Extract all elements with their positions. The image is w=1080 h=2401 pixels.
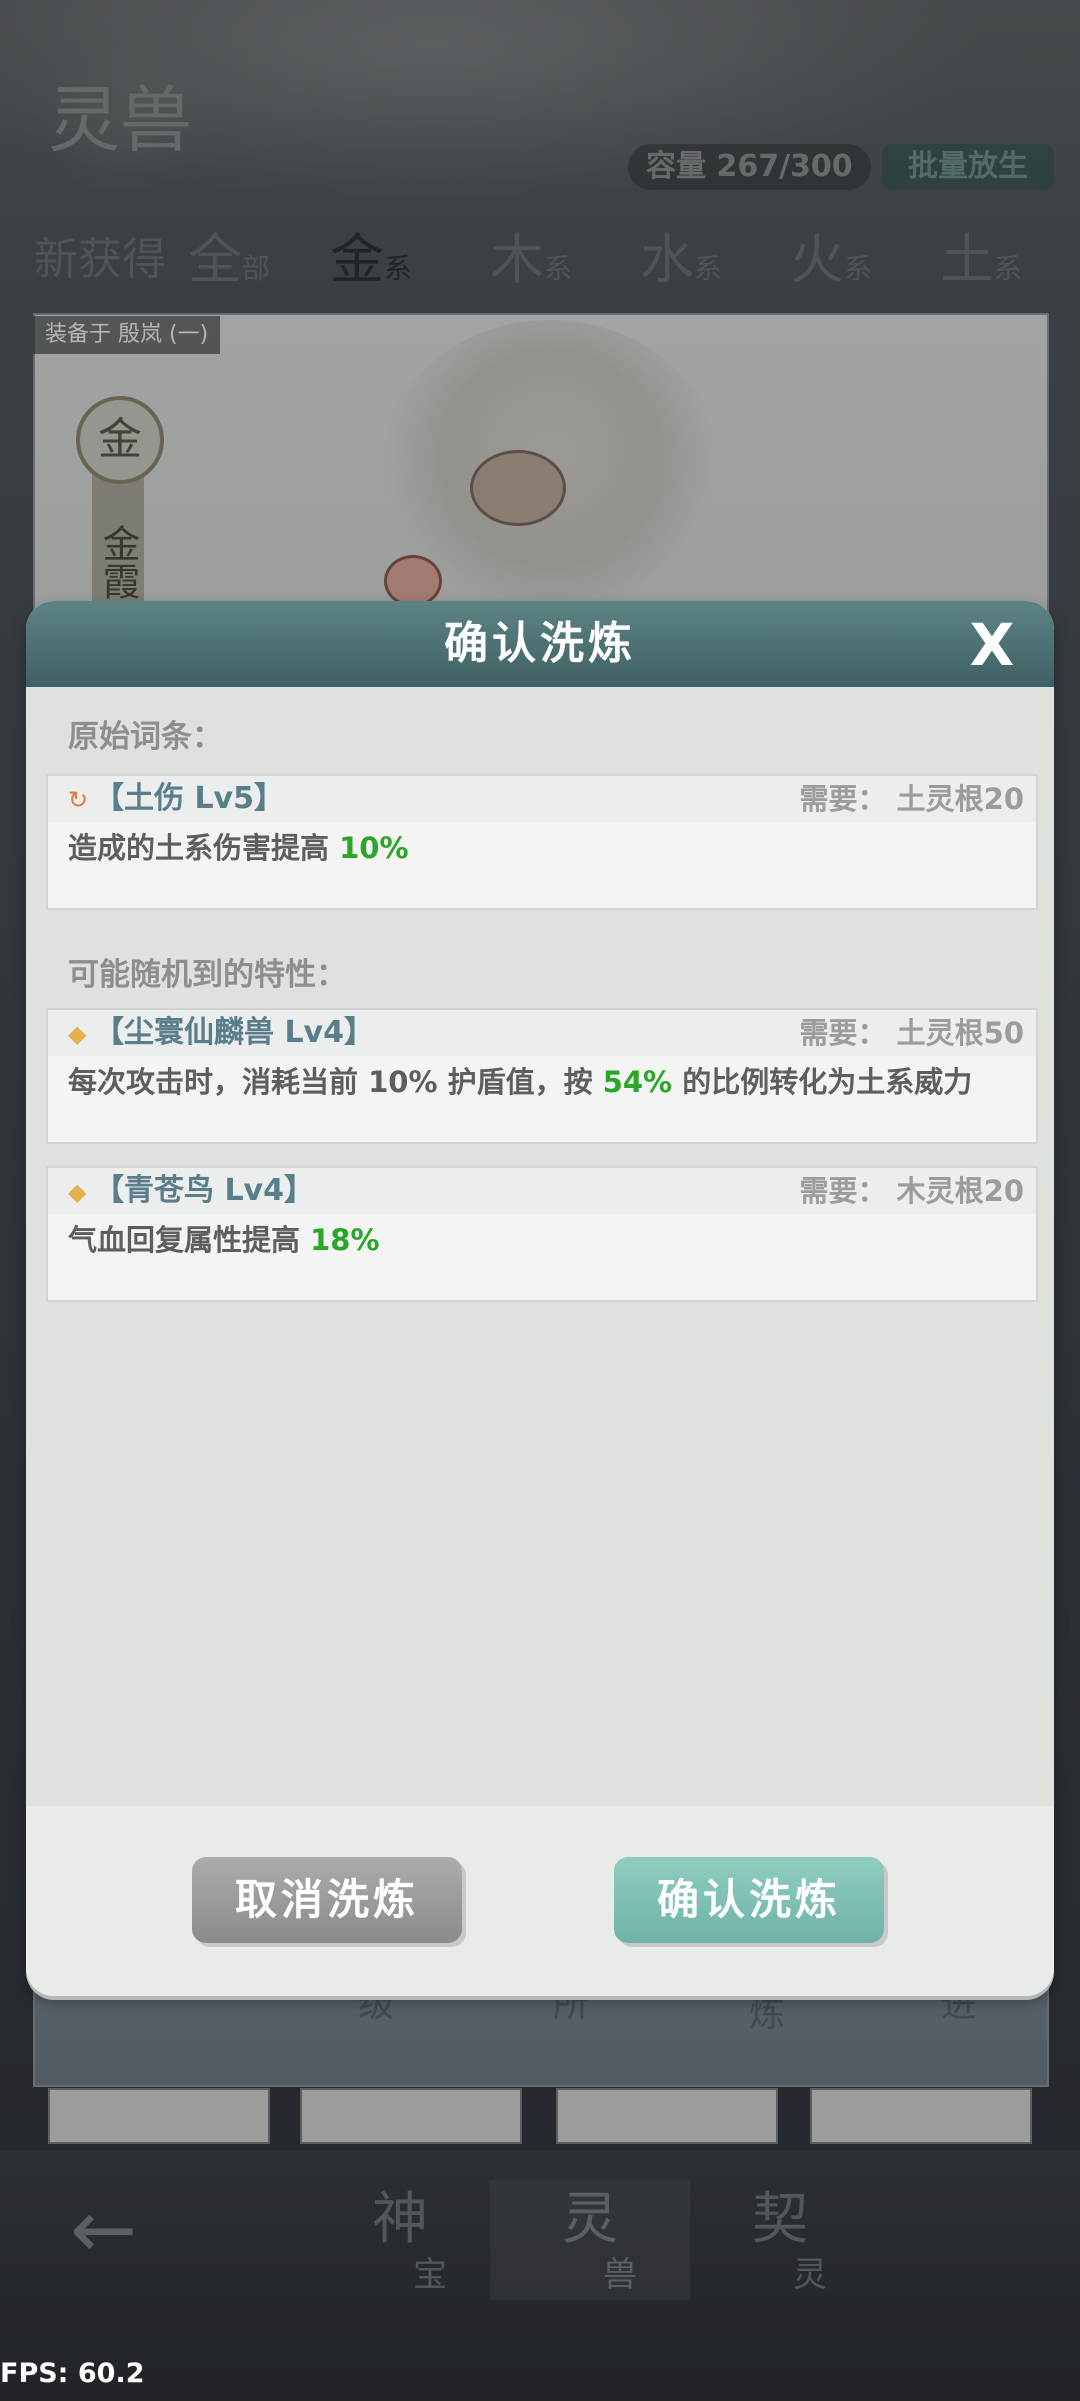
entry-requirement: 需要： 土灵根50	[799, 1016, 1024, 1050]
entry-description: 造成的土系伤害提高 10%	[68, 831, 409, 865]
possible-traits-label: 可能随机到的特性：	[68, 957, 347, 993]
entry-value: 10%	[339, 831, 409, 865]
possible-entry: ◆ 【青苍鸟 Lv4】 需要： 木灵根20 气血回复属性提高 18%	[46, 1166, 1038, 1302]
dialog-title: 确认洗炼	[444, 618, 636, 669]
entry-description: 每次攻击时，消耗当前 10% 护盾值，按 54% 的比例转化为土系威力	[68, 1065, 973, 1099]
entry-value: 54%	[602, 1065, 673, 1099]
possible-entry: ◆ 【尘寰仙麟兽 Lv4】 需要： 土灵根50 每次攻击时，消耗当前 10% 护…	[46, 1008, 1038, 1144]
entry-name: 【青苍鸟 Lv4】	[94, 1173, 314, 1208]
confirm-refine-dialog: 确认洗炼 X 原始词条： ↻ 【土伤 Lv5】 需要： 土灵根20 造成的土系伤…	[26, 601, 1054, 1996]
entry-description: 气血回复属性提高 18%	[68, 1223, 380, 1257]
close-icon[interactable]: X	[962, 615, 1022, 675]
entry-value: 18%	[310, 1223, 380, 1257]
entry-name: 【土伤 Lv5】	[94, 781, 284, 816]
confirm-refine-button[interactable]: 确认洗炼	[614, 1857, 884, 1943]
fps-counter: FPS: 60.2	[0, 2358, 145, 2389]
diamond-icon: ◆	[68, 1020, 87, 1048]
entry-name: 【尘寰仙麟兽 Lv4】	[94, 1015, 374, 1050]
entry-requirement: 需要： 木灵根20	[799, 1174, 1024, 1208]
diamond-icon: ◆	[68, 1178, 87, 1206]
dialog-footer	[26, 1806, 1054, 1996]
refresh-icon: ↻	[68, 786, 89, 814]
original-entries-label: 原始词条：	[68, 719, 223, 755]
original-entry: ↻ 【土伤 Lv5】 需要： 土灵根20 造成的土系伤害提高 10%	[46, 774, 1038, 910]
cancel-refine-button[interactable]: 取消洗炼	[192, 1857, 462, 1943]
entry-requirement: 需要： 土灵根20	[799, 782, 1024, 816]
